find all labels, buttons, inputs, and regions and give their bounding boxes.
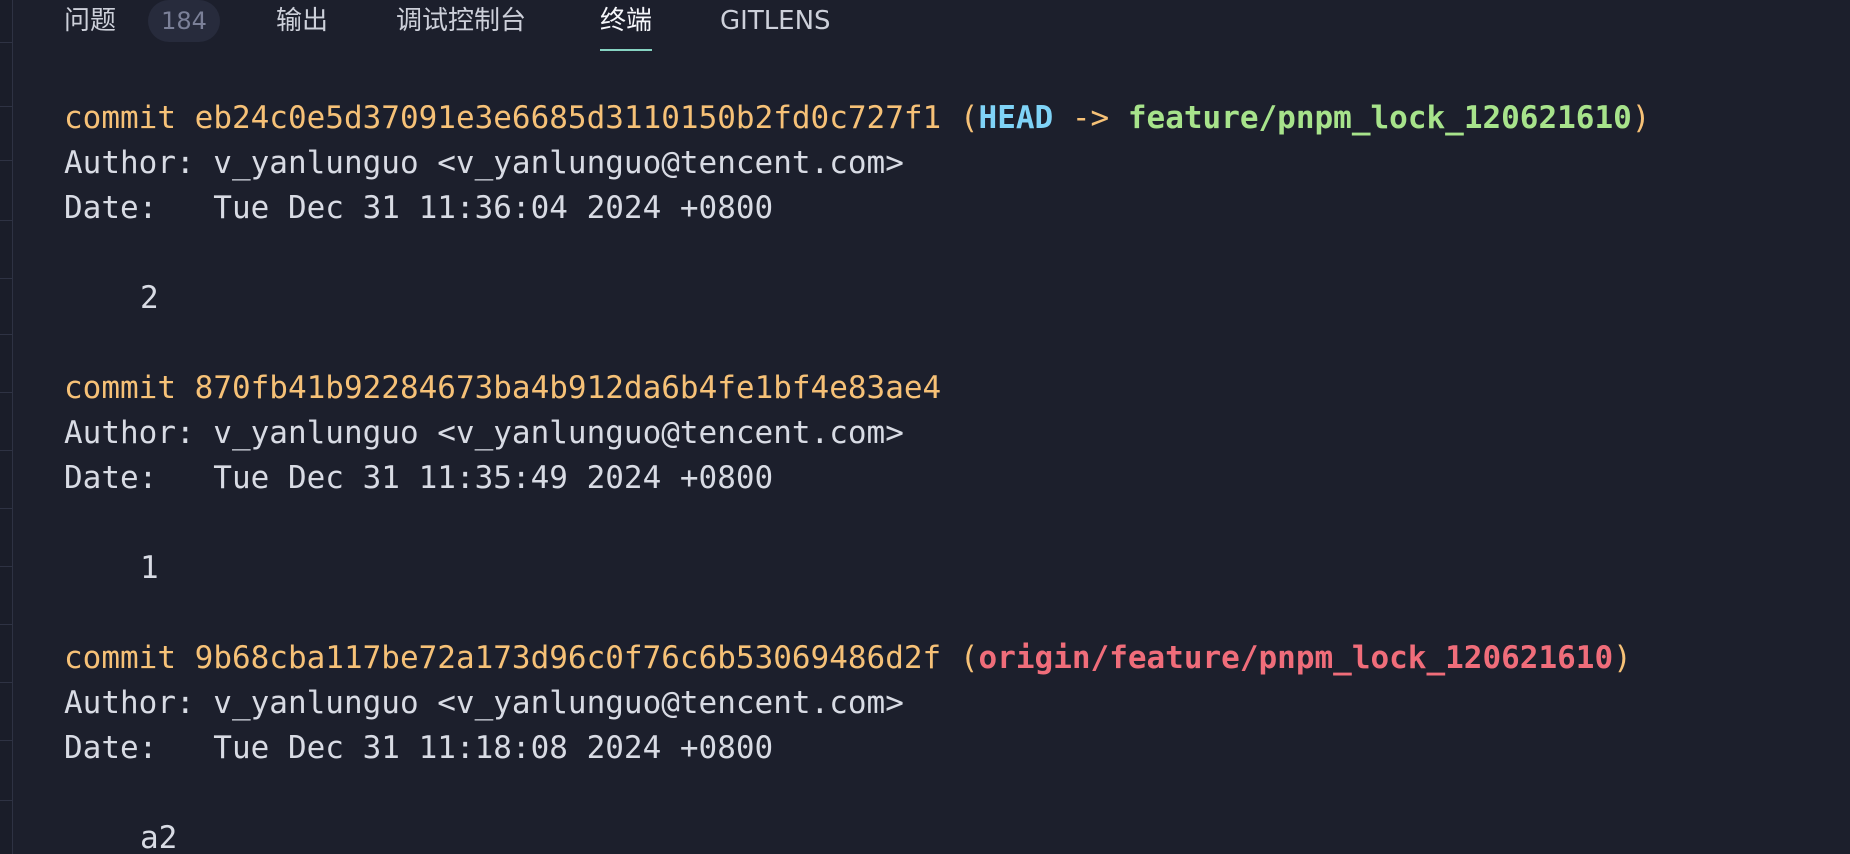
gutter-tick [0,160,12,161]
gutter-tick [0,508,12,509]
editor-gutter [0,0,13,854]
tab-problems[interactable]: 问题 [64,0,116,42]
author-line: Author: v_yanlunguo <v_yanlunguo@tencent… [64,145,904,181]
gutter-tick [0,624,12,625]
problems-count-badge: 184 [148,0,220,42]
commit-keyword: commit [64,640,176,676]
tab-debug-console-label: 调试控制台 [396,6,527,36]
tab-terminal-label: 终端 [600,6,653,36]
date-line: Date: Tue Dec 31 11:35:49 2024 +0800 [64,460,774,496]
tab-gitlens[interactable]: GITLENS [720,0,831,42]
active-tab-indicator [600,49,653,51]
gutter-tick [0,334,12,335]
ref-arrow: -> [1071,100,1110,136]
tab-terminal[interactable]: 终端 [600,0,653,51]
ref-open-paren: ( [959,640,979,676]
author-line: Author: v_yanlunguo <v_yanlunguo@tencent… [64,685,904,721]
commit-line: commit 9b68cba117be72a173d96c0f76c6b5306… [64,636,1844,681]
head-ref: HEAD [978,100,1054,136]
panel-tab-bar: 问题 184 输出 调试控制台 终端 GITLENS [0,0,1850,58]
gutter-tick [0,682,12,683]
tab-output-label: 输出 [276,6,329,36]
tab-gitlens-label: GITLENS [720,6,831,36]
author-line: Author: v_yanlunguo <v_yanlunguo@tencent… [64,415,904,451]
commit-keyword: commit [64,370,176,406]
commit-hash: 9b68cba117be72a173d96c0f76c6b53069486d2f [194,640,942,676]
ref-close-paren: ) [1613,640,1632,676]
tab-output[interactable]: 输出 [276,0,328,42]
commit-hash: 870fb41b92284673ba4b912da6b4fe1bf4e83ae4 [194,370,942,406]
ref-close-paren: ) [1631,100,1651,136]
gutter-tick [0,392,12,393]
commit-message: a2 [140,820,178,854]
gutter-tick [0,800,12,801]
commit-message: 1 [140,550,159,586]
gutter-tick [0,450,12,451]
commit-line: commit eb24c0e5d37091e3e6685d3110150b2fd… [64,96,1844,141]
ref-open-paren: ( [959,100,979,136]
tab-debug-console[interactable]: 调试控制台 [396,0,526,42]
remote-branch-ref: origin/feature/pnpm_lock_120621610 [978,640,1614,676]
date-line: Date: Tue Dec 31 11:36:04 2024 +0800 [64,190,774,226]
gutter-tick [0,106,12,107]
commit-keyword: commit [64,100,176,136]
terminal-output[interactable]: commit eb24c0e5d37091e3e6685d3110150b2fd… [64,96,1844,854]
commit-message: 2 [140,280,159,316]
tab-problems-label: 问题 [64,6,117,36]
gutter-tick [0,220,12,221]
date-line: Date: Tue Dec 31 11:18:08 2024 +0800 [64,730,774,766]
commit-line: commit 870fb41b92284673ba4b912da6b4fe1bf… [64,366,1844,411]
gutter-tick [0,566,12,567]
gutter-tick [0,278,12,279]
gutter-tick [0,740,12,741]
local-branch-ref: feature/pnpm_lock_120621610 [1127,100,1632,136]
commit-hash: eb24c0e5d37091e3e6685d3110150b2fd0c727f1 [194,100,942,136]
